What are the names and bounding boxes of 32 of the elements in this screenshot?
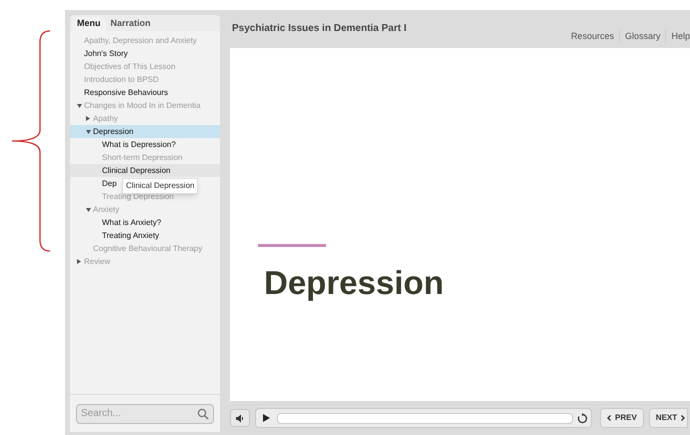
menu-item[interactable]: Treating Anxiety xyxy=(70,229,220,242)
search-box[interactable]: Search... xyxy=(76,404,214,424)
search-icon[interactable] xyxy=(197,408,209,420)
menu-item[interactable]: John's Story xyxy=(70,47,220,60)
header-link[interactable]: Resources xyxy=(566,30,620,43)
slide-heading: Depression xyxy=(264,263,444,303)
replay-icon[interactable] xyxy=(577,412,588,424)
play-icon xyxy=(262,414,270,422)
tooltip: Clinical Depression xyxy=(122,178,198,194)
accent-bar xyxy=(258,244,326,247)
caret-down-icon[interactable] xyxy=(86,208,90,212)
menu-item[interactable]: What is Depression? xyxy=(70,138,220,151)
chevron-left-icon xyxy=(607,414,611,421)
caret-down-icon[interactable] xyxy=(76,104,82,108)
header-link[interactable]: Help xyxy=(666,30,690,43)
prev-button[interactable]: PREV xyxy=(600,408,644,428)
menu-item[interactable]: Responsive Behaviours xyxy=(70,86,220,99)
course-title: Psychiatric Issues in Dementia Part I xyxy=(232,22,407,36)
menu-item[interactable]: What is Anxiety? xyxy=(70,216,220,229)
chevron-right-icon xyxy=(681,414,686,421)
caret-right-icon[interactable] xyxy=(86,116,90,121)
caret-down-icon[interactable] xyxy=(86,130,90,134)
next-button[interactable]: NEXT xyxy=(648,408,688,428)
progress-track[interactable] xyxy=(277,412,573,424)
menu-item[interactable]: Depression xyxy=(70,125,220,138)
speaker-icon xyxy=(236,414,244,422)
caret-right-icon[interactable] xyxy=(77,259,81,264)
header-link[interactable]: Glossary xyxy=(620,30,666,43)
menu-tab[interactable]: Menu xyxy=(72,17,106,31)
volume-button[interactable] xyxy=(230,409,250,427)
menu-tab[interactable]: Narration xyxy=(106,17,156,31)
menu-item[interactable]: Clinical Depression xyxy=(70,164,220,177)
